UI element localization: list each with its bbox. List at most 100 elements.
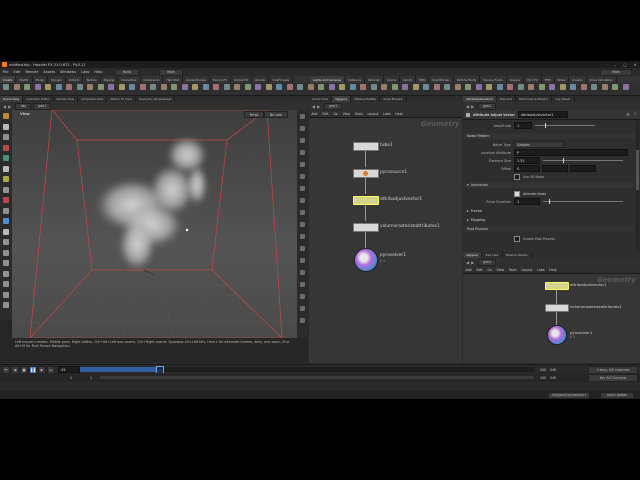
parameter-path[interactable]: geo1 — [478, 102, 497, 110]
node-volumerasterizeattributes1[interactable] — [353, 223, 379, 232]
display-option-icon[interactable] — [300, 246, 305, 251]
forward-arrow-icon[interactable]: ▶ — [471, 104, 474, 109]
shelf-tool-icon[interactable] — [538, 84, 545, 90]
viewport-tool-icon[interactable] — [3, 134, 9, 140]
menu-edit[interactable]: Edit — [11, 70, 23, 74]
shelf-tool-icon[interactable] — [192, 84, 198, 90]
param-amplitude-field[interactable]: 1 — [514, 122, 532, 129]
viewport-tool-icon[interactable] — [3, 270, 9, 277]
display-option-icon[interactable] — [300, 114, 305, 119]
param-pulse-field[interactable]: 1 — [514, 198, 540, 205]
shelf-tool-icon[interactable] — [496, 84, 503, 90]
stop-icon[interactable]: ■ — [20, 366, 28, 373]
shelf-tab-particles[interactable]: Particles — [365, 76, 384, 83]
shelf-tab-terrain-fx[interactable]: Terrain FX — [210, 76, 231, 83]
section-post-process[interactable]: Post Process — [463, 226, 635, 232]
viewport-tool-icon[interactable] — [3, 281, 9, 287]
node-tube1[interactable] — [353, 142, 379, 151]
section-mapping[interactable]: ▸ Mapping — [463, 217, 635, 223]
shelf-tool-icon[interactable] — [34, 84, 41, 90]
shelf-tab-modify[interactable]: Modify — [16, 76, 33, 83]
menu-file[interactable]: File — [0, 70, 11, 74]
param-offset-field-z[interactable] — [570, 165, 596, 172]
shelf-tool-icon[interactable] — [3, 84, 9, 90]
shelf-tool-icon[interactable] — [244, 84, 251, 90]
display-option-icon[interactable] — [300, 186, 305, 191]
param-offset-field-y[interactable] — [542, 165, 568, 172]
display-option-icon[interactable] — [300, 318, 305, 323]
network-top-menu-add[interactable]: Add — [309, 112, 320, 116]
menu-windows[interactable]: Windows — [57, 70, 78, 74]
node-bottom-volumerasterizeattributes1[interactable] — [545, 304, 569, 312]
param-location-attr-field[interactable]: P — [514, 149, 628, 156]
viewport-tool-icon[interactable] — [3, 302, 9, 308]
shelf-tool-icon[interactable] — [433, 84, 440, 90]
enable-post-checkbox[interactable] — [514, 235, 520, 242]
menu-labs[interactable]: Labs — [79, 70, 92, 74]
back-arrow-icon[interactable]: ◀ — [312, 104, 315, 109]
menu-render[interactable]: Render — [23, 70, 41, 74]
shelf-tab-crowds[interactable]: Crowds — [569, 76, 587, 83]
persp-menu[interactable]: Persp — [244, 111, 264, 118]
viewport[interactable]: View Persp No cam — [12, 110, 297, 338]
viewport-tool-icon[interactable] — [3, 155, 9, 161]
network-bottom-menu-layout[interactable]: Layout — [519, 268, 535, 272]
viewport-tool-icon[interactable] — [3, 249, 9, 256]
shelf-tool-icon[interactable] — [45, 84, 51, 90]
shelf-tool-icon[interactable] — [549, 84, 555, 90]
shelf-tool-icon[interactable] — [255, 84, 261, 90]
network-bottom-path[interactable]: geo1 — [478, 258, 497, 266]
display-option-icon[interactable] — [300, 282, 305, 287]
shelf-tab-characters[interactable]: Characters — [118, 76, 141, 83]
display-option-icon[interactable] — [300, 150, 305, 155]
section-noise-pattern[interactable]: Noise Pattern — [463, 133, 635, 139]
shelf-tool-icon[interactable] — [402, 84, 408, 90]
display-option-icon[interactable] — [300, 294, 305, 299]
shelf-tool-icon[interactable] — [307, 84, 314, 90]
forward-arrow-icon[interactable]: ▶ — [8, 104, 11, 109]
shelf-tool-icon[interactable] — [318, 84, 324, 90]
minimize-icon[interactable]: – — [610, 63, 620, 67]
step-back-icon[interactable]: ◀ — [11, 366, 19, 373]
skip-end-icon[interactable]: ⏭ — [47, 366, 55, 373]
shelf-tool-icon[interactable] — [381, 84, 387, 90]
network-top-path[interactable]: geo1 — [324, 102, 343, 110]
shelf-tool-icon[interactable] — [559, 84, 566, 90]
shelf-tab-deform[interactable]: Deform — [66, 76, 84, 83]
shelf-tool-icon[interactable] — [507, 84, 513, 90]
shelf-tool-icon[interactable] — [66, 84, 72, 90]
network-bottom-menu-tools[interactable]: Tools — [506, 268, 519, 272]
shelf-tab-constraints[interactable]: Constraints — [141, 76, 164, 83]
node-name-field[interactable]: attribadjustvector1 — [517, 111, 568, 118]
viewport-tool-icon[interactable] — [3, 291, 9, 298]
shelf-tool-icon[interactable] — [391, 84, 398, 90]
shelf-tool-icon[interactable] — [339, 84, 345, 90]
viewport-tool-icon[interactable] — [3, 218, 9, 224]
shelf-tool-icon[interactable] — [223, 84, 230, 90]
animate-noise-checkbox[interactable] — [514, 190, 520, 197]
shelf-tab-polygon[interactable]: Polygon — [48, 76, 66, 83]
shelf-tool-icon[interactable] — [265, 84, 272, 90]
shelf-tool-icon[interactable] — [129, 84, 135, 90]
shelf-tab-model[interactable]: Model — [33, 76, 48, 83]
network-top-menu-view[interactable]: View — [340, 112, 352, 116]
shelf-tool-icon[interactable] — [97, 84, 104, 90]
shelf-tool-icon[interactable] — [181, 84, 188, 90]
node-pyrosolver1[interactable] — [354, 248, 378, 272]
param-amplitude-slider[interactable] — [535, 123, 595, 128]
shelf-tab-grains[interactable]: Grains — [384, 76, 400, 83]
shelf-tool-icon[interactable] — [286, 84, 293, 90]
shelf-tool-icon[interactable] — [622, 84, 629, 90]
viewport-tool-icon[interactable] — [3, 144, 9, 151]
network-top-menu-labs[interactable]: Labs — [381, 112, 393, 116]
param-noise-type-dropdown[interactable]: Simplex — [514, 141, 564, 148]
shelf-tab-create[interactable]: Create — [0, 76, 17, 83]
viewport-tool-icon[interactable] — [3, 207, 9, 214]
section-fractal[interactable]: ▸ Fractal — [463, 208, 635, 214]
maximize-icon[interactable]: □ — [620, 63, 630, 67]
shelf-tool-icon[interactable] — [612, 84, 618, 90]
param-element-size-field[interactable]: 1.55 — [514, 157, 540, 164]
shelf-tab-volume[interactable]: Volume — [252, 76, 270, 83]
shelf-tool-icon[interactable] — [591, 84, 597, 90]
shelf-tab-oceans[interactable]: Oceans — [507, 76, 525, 83]
